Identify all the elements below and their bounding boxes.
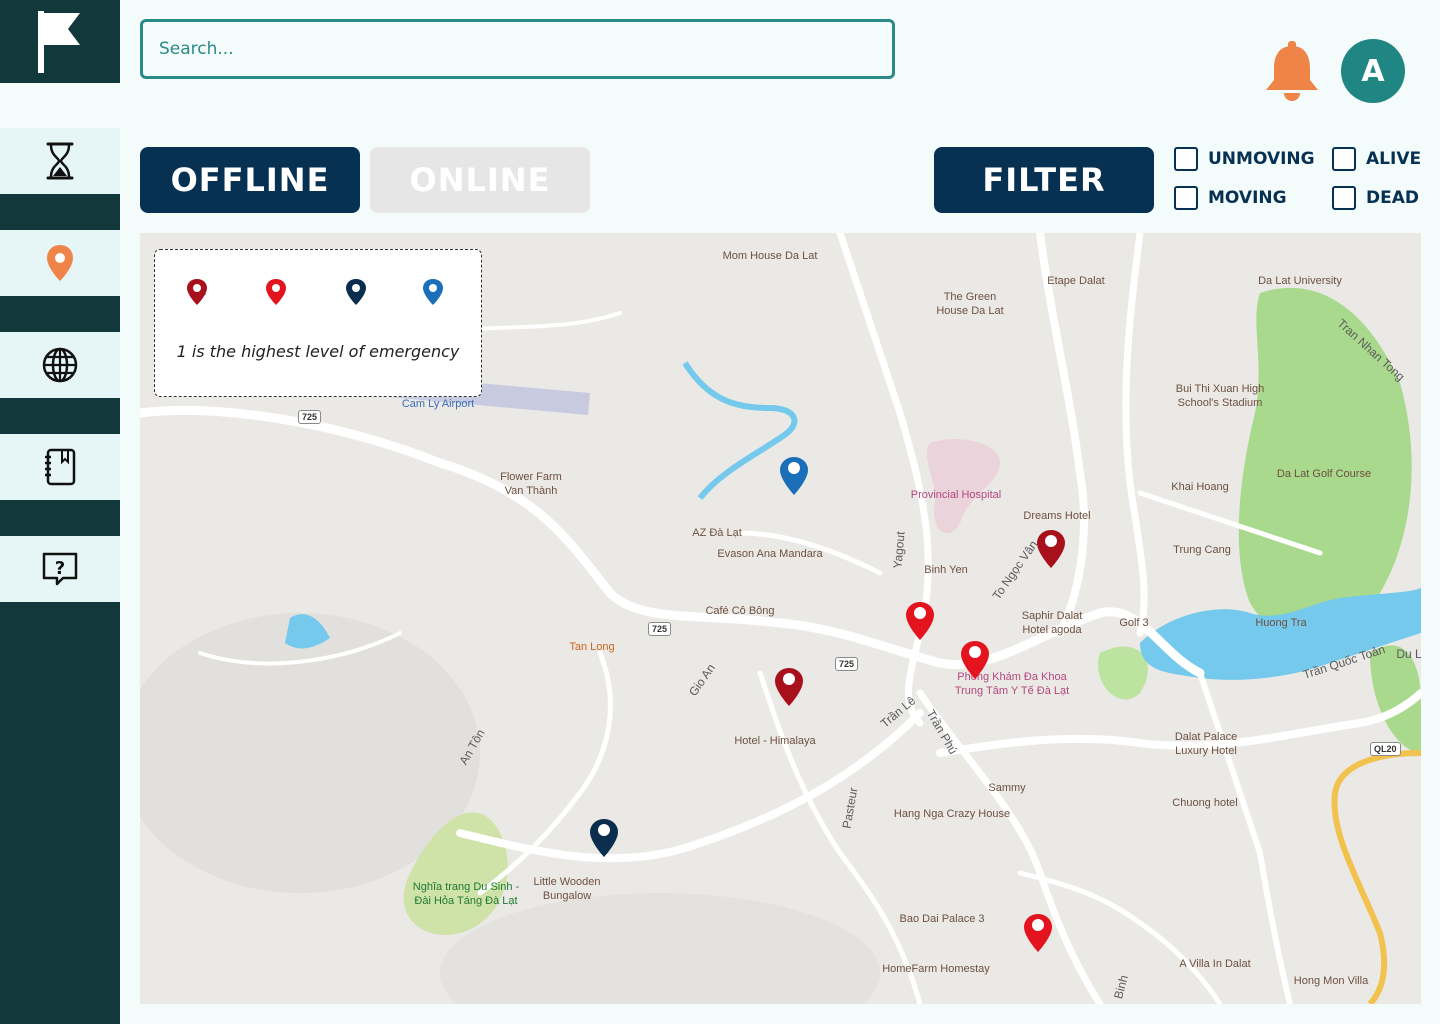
map-pin-icon: [1037, 530, 1065, 568]
road-shield: QL20: [1370, 742, 1401, 756]
legend-level-1: 1: [186, 278, 216, 305]
place-label: Bao Dai Palace 3: [899, 913, 985, 925]
moving-checkbox[interactable]: MOVING: [1174, 186, 1287, 210]
place-label: Sammy: [988, 782, 1026, 794]
checkbox-label: DEAD: [1366, 188, 1419, 208]
place-label: Da Lat Golf Course: [1276, 468, 1372, 480]
place-label: Provincial Hospital: [910, 489, 1002, 501]
flag-icon: [38, 10, 80, 73]
unmoving-checkbox[interactable]: UNMOVING: [1174, 147, 1315, 171]
place-label: Golf 3: [1119, 617, 1149, 629]
map-pin-icon: [187, 279, 207, 305]
place-label: Etape Dalat: [1047, 275, 1105, 287]
map-pin-icon: [775, 668, 803, 706]
place-label: Evason Ana Mandara: [717, 548, 823, 560]
place-label: Khai Hoang: [1171, 481, 1229, 493]
map-pin-icon: [590, 819, 618, 857]
checkbox-box[interactable]: [1332, 147, 1356, 171]
globe-icon: [42, 347, 78, 383]
place-label: Huong Tra: [1255, 617, 1307, 629]
legend-level-4: 4: [422, 278, 452, 305]
checkbox-label: ALIVE: [1366, 149, 1422, 169]
legend-level-2: 2: [265, 278, 295, 305]
sidebar-gap: [0, 83, 120, 128]
map-pin-icon: [906, 602, 934, 640]
place-label: Dalat Palace Luxury Hotel: [1174, 731, 1238, 757]
search-input[interactable]: [140, 19, 895, 79]
dead-checkbox[interactable]: DEAD: [1332, 186, 1419, 210]
street-label: Du L: [1396, 647, 1421, 661]
place-label: Cam Ly Airport: [401, 398, 475, 410]
map-pin-icon: [346, 279, 366, 305]
map-pin-icon: [266, 279, 286, 305]
road-shield: 725: [298, 410, 322, 424]
place-label: Chuong hotel: [1172, 797, 1238, 809]
notebook-icon: [45, 448, 76, 486]
emergency-legend: 1 2 3 4 1 is the highest level of emerge…: [154, 249, 482, 397]
place-label: Saphir Dalat Hotel agoda: [1021, 610, 1083, 636]
sidebar-item-map[interactable]: [0, 230, 120, 296]
checkbox-label: UNMOVING: [1208, 149, 1315, 169]
checkbox-box[interactable]: [1332, 186, 1356, 210]
user-avatar[interactable]: A: [1341, 39, 1405, 103]
place-label: Café Cô Bông: [705, 605, 775, 617]
checkbox-box[interactable]: [1174, 147, 1198, 171]
place-label: HomeFarm Homestay: [882, 963, 990, 975]
place-label: Da Lat University: [1258, 275, 1342, 287]
offline-tab[interactable]: OFFLINE: [140, 147, 360, 213]
map-pin-icon: [1024, 914, 1052, 952]
place-label: Binh Yen: [924, 564, 968, 576]
map-pin-icon: [780, 457, 808, 495]
place-label: Hotel - Himalaya: [734, 735, 816, 747]
sidebar-item-help[interactable]: ?: [0, 536, 120, 602]
road-shield: 725: [648, 622, 672, 636]
sidebar-item-notebook[interactable]: [0, 434, 120, 500]
place-label: AZ Đà Lạt: [692, 527, 742, 539]
svg-text:?: ?: [55, 558, 65, 579]
road-shield: 725: [835, 657, 859, 671]
map-view[interactable]: Mom House Da Lat The Green House Da Lat …: [140, 233, 1421, 1004]
map-pin-icon: [423, 279, 443, 305]
checkbox-label: MOVING: [1208, 188, 1287, 208]
place-label: Trung Cang: [1173, 544, 1231, 556]
place-label: Flower Farm Van Thành: [500, 471, 562, 497]
place-label: Bui Thi Xuan High School's Stadium: [1175, 383, 1265, 409]
help-icon: ?: [42, 552, 78, 586]
hourglass-icon: [46, 142, 74, 180]
legend-level-3: 3: [345, 278, 375, 305]
app-logo[interactable]: [0, 0, 120, 83]
sidebar-item-globe[interactable]: [0, 332, 120, 398]
bell-icon: [1266, 41, 1318, 101]
place-label: Hong Mon Villa: [1293, 975, 1369, 987]
place-label: The Green House Da Lat: [936, 291, 1004, 317]
map-pin-icon: [47, 245, 73, 281]
place-label: Mom House Da Lat: [722, 250, 818, 262]
notifications-button[interactable]: [1262, 40, 1322, 102]
place-label: Nghĩa trang Du Sinh - Đài Hỏa Táng Đà Lạ…: [412, 881, 520, 907]
place-label: Hang Nga Crazy House: [893, 808, 1011, 820]
filter-button[interactable]: FILTER: [934, 147, 1154, 213]
alive-checkbox[interactable]: ALIVE: [1332, 147, 1421, 171]
legend-note: 1 is the highest level of emergency: [176, 342, 460, 361]
checkbox-box[interactable]: [1174, 186, 1198, 210]
place-label: Tan Long: [569, 641, 615, 653]
place-label: Dreams Hotel: [1023, 510, 1091, 522]
map-pin-icon: [961, 641, 989, 679]
sidebar-item-history[interactable]: [0, 128, 120, 194]
place-label: A Villa In Dalat: [1179, 958, 1251, 970]
online-tab[interactable]: ONLINE: [370, 147, 590, 213]
